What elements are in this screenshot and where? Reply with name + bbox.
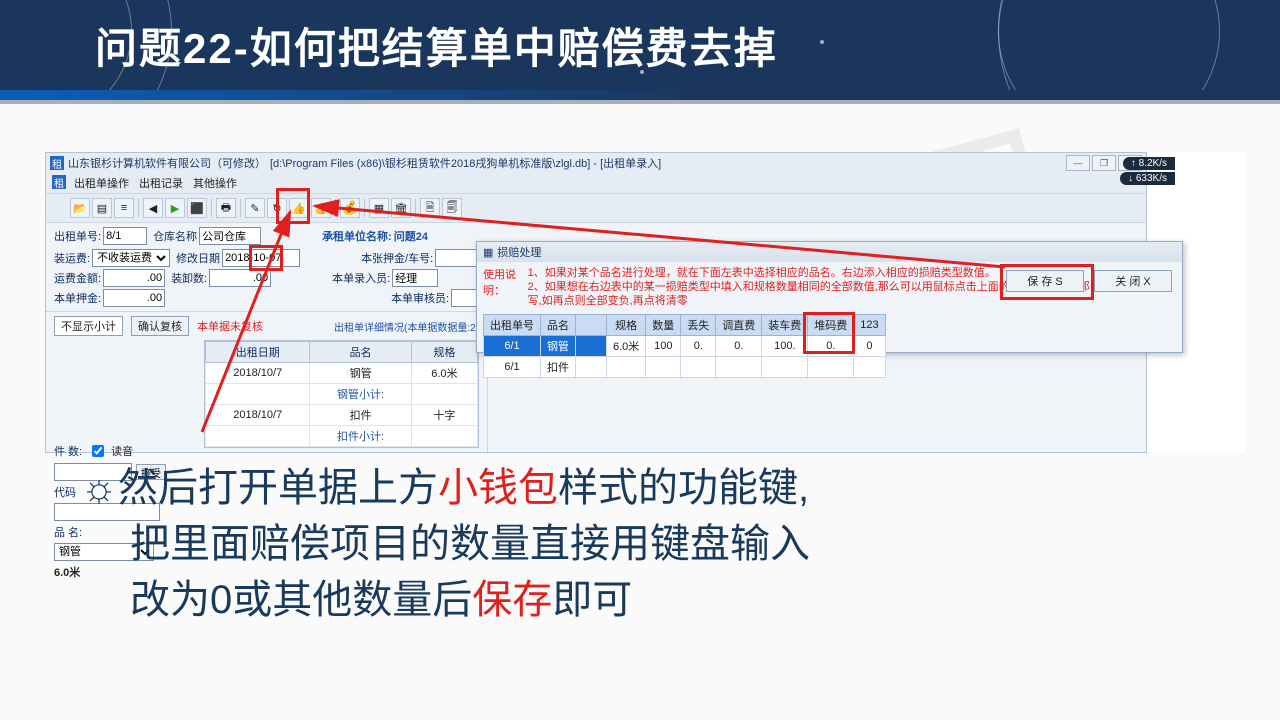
- tb-prev-icon[interactable]: ◀: [143, 198, 163, 218]
- toolbar: 📂 ▤ ≡ ◀ ▶ ⬛ 🖶 ✎ ↻ 👍 👍 💰 ▦ 🏛 🗎 🗐: [46, 194, 1146, 223]
- grid-row[interactable]: 6/1扣件: [484, 357, 886, 378]
- under-bar: [0, 100, 1280, 104]
- entry-label: 本单录入员:: [332, 270, 390, 286]
- g-th-8: 123: [854, 315, 885, 336]
- g-th-7: 堆码费: [808, 315, 854, 336]
- slide-header: 问题22-如何把结算单中赔偿费去掉: [0, 0, 1280, 90]
- titlebar: 租 山东银杉计算机软件有限公司（可修改） [d:\Program Files (…: [46, 153, 1146, 173]
- compensation-dialog: ▦ 损赔处理 使用说明： 1、如果对某个品名进行处理，就在下面左表中选择相应的品…: [476, 241, 1183, 353]
- name-label: 品 名:: [54, 524, 82, 540]
- th-spec: 规格: [411, 342, 477, 363]
- moddate-input[interactable]: [222, 249, 300, 267]
- grid-row-selected[interactable]: 6/1钢管 6.0米1000.0.100.0.0: [484, 336, 886, 357]
- renter-label: 承租单位名称:: [322, 228, 392, 244]
- tb-folder-icon[interactable]: 📂: [70, 198, 90, 218]
- loadnum-label: 装卸数:: [171, 270, 207, 286]
- ship-amount-input[interactable]: [103, 269, 165, 287]
- left-table: 出租日期 品名 规格 2018/10/7钢管6.0米 钢管小计: 2018/10…: [204, 340, 479, 448]
- table-row[interactable]: 2018/10/7钢管6.0米: [206, 363, 478, 384]
- code-label: 代码: [54, 484, 76, 500]
- speed-down: ↓ 633K/s: [1120, 172, 1175, 185]
- maximize-button[interactable]: ❐: [1092, 155, 1116, 171]
- title-company: 山东银杉计算机软件有限公司（可修改）: [68, 155, 266, 171]
- tb-list-icon[interactable]: ≡: [114, 198, 134, 218]
- g-th-1: 品名: [541, 315, 576, 336]
- tab-nosubtotal[interactable]: 不显示小计: [54, 316, 123, 336]
- tb-print-icon[interactable]: 🖶: [216, 198, 236, 218]
- gradient-bar: [0, 90, 1280, 100]
- g-th-5: 调直费: [716, 315, 762, 336]
- tab-confirm[interactable]: 确认复核: [131, 316, 189, 336]
- moddate-label: 修改日期: [176, 250, 220, 266]
- compensation-grid: 出租单号 品名 规格 数量 丢失 调直费 装车费 堆码费 123: [483, 314, 1176, 378]
- doc-icon: 租: [52, 175, 66, 189]
- review-status: 本单据未复核: [197, 318, 263, 334]
- tb-stop-icon[interactable]: ⬛: [187, 198, 207, 218]
- help-label: 使用说明：: [483, 266, 528, 308]
- ship-label: 装运费:: [54, 250, 90, 266]
- app-icon: 租: [50, 156, 64, 170]
- vehicle-label: 本张押金/车号:: [361, 250, 433, 266]
- money-bag-button[interactable]: 💰: [340, 198, 360, 218]
- caption: ☼然后打开单据上方小钱包样式的功能键, 把里面赔偿项目的数量直接用键盘输入 改为…: [80, 460, 1210, 628]
- menu-other[interactable]: 其他操作: [193, 175, 237, 191]
- renter-value: 问题24: [394, 228, 428, 244]
- g-th-6: 装车费: [762, 315, 808, 336]
- entry-input[interactable]: [392, 269, 438, 287]
- minimize-button[interactable]: —: [1066, 155, 1090, 171]
- g-th-3: 数量: [646, 315, 681, 336]
- menubar: 租 出租单操作 出租记录 其他操作: [46, 173, 1146, 194]
- tb-doc2-icon[interactable]: 🗐: [442, 198, 462, 218]
- left-column: 不显示小计 确认复核 本单据未复核 出租单详细情况(本单据数据量:2) 件 数:…: [46, 312, 488, 452]
- app-window: 租 山东银杉计算机软件有限公司（可修改） [d:\Program Files (…: [45, 152, 1147, 453]
- rent-no-input[interactable]: [103, 227, 147, 245]
- menu-rent-log[interactable]: 出租记录: [139, 175, 183, 191]
- warehouse-input[interactable]: [199, 227, 261, 245]
- loadnum-input[interactable]: [209, 269, 271, 287]
- dialog-icon: ▦: [483, 246, 493, 259]
- rent-no-label: 出租单号:: [54, 228, 101, 244]
- tb-pencil-icon[interactable]: ✎: [245, 198, 265, 218]
- dialog-titlebar: ▦ 损赔处理: [477, 242, 1182, 262]
- speed-overlay: ↑ 8.2K/s ↓ 633K/s: [1120, 157, 1175, 185]
- deposit-input[interactable]: [103, 289, 165, 307]
- g-th-2: 规格: [607, 315, 646, 336]
- close-button[interactable]: 关 闭 X: [1094, 270, 1172, 292]
- review-label: 本单审核员:: [391, 290, 449, 306]
- tb-refresh-icon[interactable]: ↻: [267, 198, 287, 218]
- ship-amount-label: 运费金额:: [54, 270, 101, 286]
- g-th-4: 丢失: [681, 315, 716, 336]
- menu-rent-ops[interactable]: 出租单操作: [74, 175, 129, 191]
- money-bag-icon: 💰: [342, 200, 358, 216]
- count-label: 件 数:: [54, 443, 82, 459]
- sun-icon: ☼: [80, 460, 118, 516]
- read-label: 读音: [111, 443, 133, 459]
- table-row[interactable]: 2018/10/7扣件十字: [206, 405, 478, 426]
- tb-grid-icon[interactable]: ▦: [369, 198, 389, 218]
- speed-up: ↑ 8.2K/s: [1123, 157, 1175, 170]
- warehouse-label: 仓库名称: [153, 228, 197, 244]
- tb-thumb-icon[interactable]: 👍: [289, 198, 309, 218]
- table-row: 扣件小计:: [206, 426, 478, 447]
- th-name: 品名: [310, 342, 411, 363]
- read-checkbox[interactable]: [92, 445, 104, 457]
- th-date: 出租日期: [206, 342, 310, 363]
- detail-link[interactable]: 出租单详细情况(本单据数据量:2): [334, 319, 479, 334]
- table-row: 钢管小计:: [206, 384, 478, 405]
- ship-select[interactable]: 不收装运费: [92, 249, 170, 267]
- save-button[interactable]: 保 存 S: [1006, 270, 1084, 292]
- g-th-0: 出租单号: [484, 315, 541, 336]
- tb-bank-icon[interactable]: 🏛: [391, 198, 411, 218]
- tb-play-icon[interactable]: ▶: [165, 198, 185, 218]
- tb-doc1-icon[interactable]: 🗎: [420, 198, 440, 218]
- spec-value: 6.0米: [54, 564, 80, 580]
- title-path: [d:\Program Files (x86)\银杉租赁软件2018戌狗单机标准…: [270, 155, 661, 171]
- dialog-title: 损赔处理: [497, 244, 541, 260]
- tb-thumb2-icon[interactable]: 👍: [311, 198, 331, 218]
- tb-cube-icon[interactable]: ▤: [92, 198, 112, 218]
- slide-title: 问题22-如何把结算单中赔偿费去掉: [95, 15, 778, 76]
- screenshot-area: 租 山东银杉计算机软件有限公司（可修改） [d:\Program Files (…: [45, 152, 1245, 452]
- deposit-label: 本单押金:: [54, 290, 101, 306]
